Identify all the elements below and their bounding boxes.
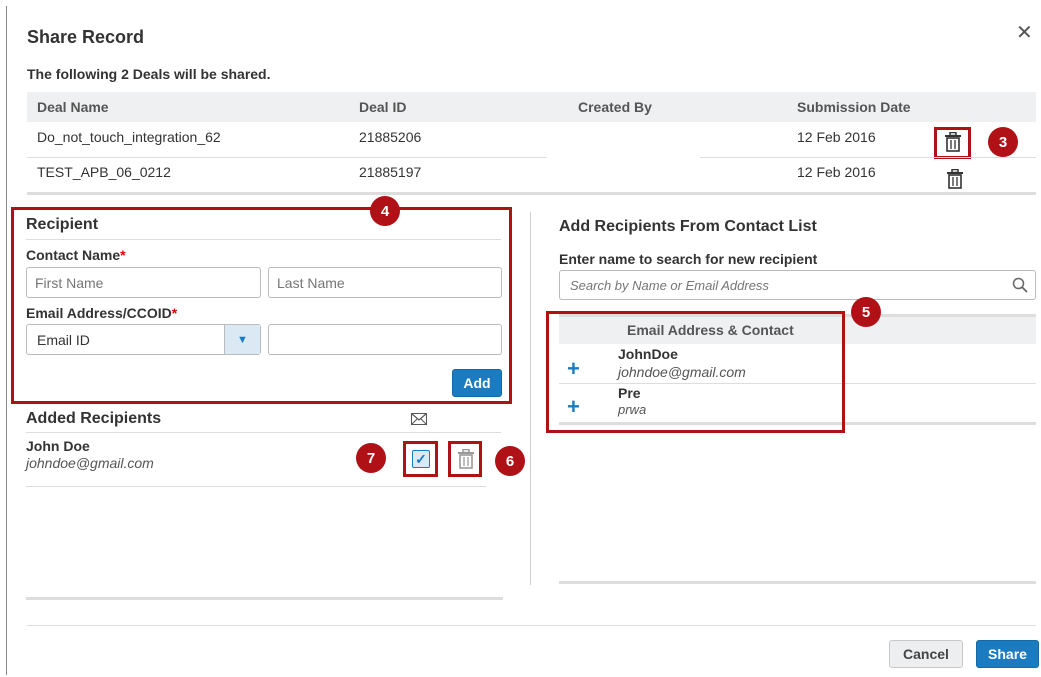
chevron-down-icon[interactable]: ▼: [224, 325, 260, 354]
table-bottom-border: [27, 192, 1036, 195]
added-row-divider: [26, 486, 486, 487]
footer-divider: [27, 625, 1036, 626]
email-type-value: Email ID: [37, 332, 90, 348]
added-recipients-heading: Added Recipients: [26, 410, 162, 427]
email-label: Email Address/CCOID*: [26, 305, 178, 321]
share-button[interactable]: Share: [976, 640, 1039, 668]
left-panel-bottom: [26, 597, 503, 600]
deals-heading: The following 2 Deals will be shared.: [27, 66, 271, 82]
callout-box-5: [546, 311, 845, 433]
deal-name-1: Do_not_touch_integration_62: [37, 129, 221, 145]
callout-badge-5: 5: [851, 297, 881, 327]
added-divider: [26, 432, 501, 433]
col-submission-date: Submission Date: [797, 99, 911, 115]
email-input[interactable]: [268, 324, 502, 355]
last-name-input[interactable]: [268, 267, 502, 298]
trash-icon[interactable]: [946, 168, 964, 192]
deal-date-1: 12 Feb 2016: [797, 129, 876, 145]
deal-id-1: 21885206: [359, 129, 422, 145]
deal-date-2: 12 Feb 2016: [797, 164, 876, 180]
trash-icon[interactable]: [457, 448, 475, 472]
contact-search[interactable]: [559, 270, 1036, 300]
first-name-input[interactable]: [26, 267, 261, 298]
right-panel-bottom: [559, 581, 1036, 584]
callout-badge-7: 7: [356, 443, 386, 473]
close-icon[interactable]: ✕: [1016, 20, 1033, 45]
trash-icon[interactable]: [944, 131, 962, 155]
deal-id-2: 21885197: [359, 164, 422, 180]
envelope-icon: [411, 412, 427, 428]
contact-search-input[interactable]: [560, 277, 1005, 293]
row-divider: [27, 157, 547, 158]
col-deal-id: Deal ID: [359, 99, 407, 115]
added-recipient-email: johndoe@gmail.com: [26, 455, 154, 471]
recipient-divider: [26, 239, 501, 240]
search-icon[interactable]: [1005, 277, 1035, 293]
cancel-button[interactable]: Cancel: [889, 640, 963, 668]
recipient-heading: Recipient: [26, 216, 99, 233]
col-created-by: Created By: [578, 99, 652, 115]
email-type-select[interactable]: Email ID ▼: [26, 324, 261, 355]
row-divider: [700, 157, 1036, 158]
contact-name-label: Contact Name*: [26, 247, 126, 263]
dialog-title: Share Record: [27, 27, 145, 47]
add-button[interactable]: Add: [452, 369, 502, 397]
callout-badge-4: 4: [370, 196, 400, 226]
added-recipient-name: John Doe: [26, 438, 90, 454]
col-deal-name: Deal Name: [37, 99, 109, 115]
deal-name-2: TEST_APB_06_0212: [37, 164, 171, 180]
callout-badge-6: 6: [495, 446, 525, 476]
panel-separator: [530, 212, 531, 585]
notify-checkbox[interactable]: ✓: [412, 450, 430, 468]
callout-badge-3: 3: [988, 127, 1018, 157]
contact-list-heading: Add Recipients From Contact List: [559, 218, 817, 235]
search-label: Enter name to search for new recipient: [559, 251, 818, 267]
